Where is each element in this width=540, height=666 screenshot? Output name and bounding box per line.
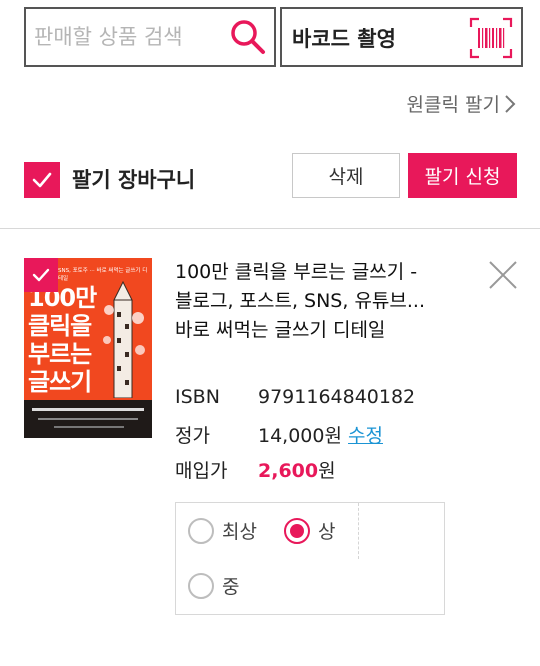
condition-selector: 최상 상 중: [175, 502, 445, 615]
chevron-right-icon: [505, 94, 516, 113]
edit-link[interactable]: 수정: [348, 425, 383, 447]
cover-illustration: [103, 280, 145, 398]
condition-option-label: 중: [222, 576, 240, 598]
book-title: 100만 클릭을 부르는 글쓰기 - 블로그, 포스트, SNS, 유튜브...…: [175, 261, 426, 341]
buy-price-unit: 원: [318, 460, 336, 482]
buy-price-label: 매입가: [175, 460, 228, 482]
radio-button-selected: [284, 517, 310, 544]
cover-title-line: 글쓰기: [28, 368, 92, 396]
cover-text-strip: [38, 418, 138, 420]
cover-title-line: 클릭을: [28, 312, 92, 340]
list-price-row: 14,000원 수정: [258, 421, 383, 448]
condition-option-label: 상: [318, 521, 336, 543]
check-icon: [32, 268, 50, 282]
condition-option-label: 최상: [222, 521, 257, 543]
divider: [0, 228, 540, 229]
isbn-label: ISBN: [175, 386, 220, 408]
oneclick-sell-label: 원클릭 팔기: [406, 94, 500, 116]
cover-title: 100만 클릭을 부르는 글쓰기: [28, 284, 97, 396]
barcode-scan-label: 바코드 촬영: [292, 27, 396, 51]
check-icon: [32, 172, 52, 188]
oneclick-sell-link[interactable]: 원클릭 팔기: [407, 90, 516, 117]
condition-option-good[interactable]: 상: [284, 517, 335, 544]
search-input[interactable]: [34, 9, 224, 65]
condition-divider: [358, 503, 359, 559]
search-icon: [231, 20, 265, 54]
close-icon: [489, 261, 517, 289]
sell-request-button[interactable]: 팔기 신청: [408, 153, 517, 198]
list-price-value: 14,000원: [258, 425, 342, 447]
isbn-value: 9791164840182: [258, 386, 416, 408]
book-cover: SNS, 포토주 ··· 바로 써먹는 글쓰기 디테일 100만 클릭을 부르는…: [24, 258, 152, 438]
delete-button[interactable]: 삭제: [292, 153, 400, 198]
barcode-scan-button[interactable]: 바코드 촬영: [280, 7, 523, 67]
select-all-checkbox[interactable]: [24, 162, 60, 198]
cover-title-line: 부르는: [28, 340, 92, 368]
buy-price-row: 2,600원: [258, 456, 336, 483]
search-button[interactable]: [228, 17, 268, 57]
cart-title: 팔기 장바구니: [72, 168, 196, 192]
buy-price-value: 2,600: [258, 460, 319, 482]
condition-option-best[interactable]: 최상: [188, 517, 257, 544]
cover-text-strip: [32, 408, 144, 411]
cover-text-strip: [54, 426, 124, 428]
list-price-label: 정가: [175, 425, 210, 447]
radio-button: [188, 517, 214, 544]
barcode-icon: [469, 17, 513, 59]
radio-button: [188, 572, 214, 599]
item-checkbox[interactable]: [24, 258, 58, 292]
search-box: [24, 7, 276, 67]
condition-option-fair[interactable]: 중: [188, 572, 239, 599]
remove-item-button[interactable]: [486, 258, 520, 292]
